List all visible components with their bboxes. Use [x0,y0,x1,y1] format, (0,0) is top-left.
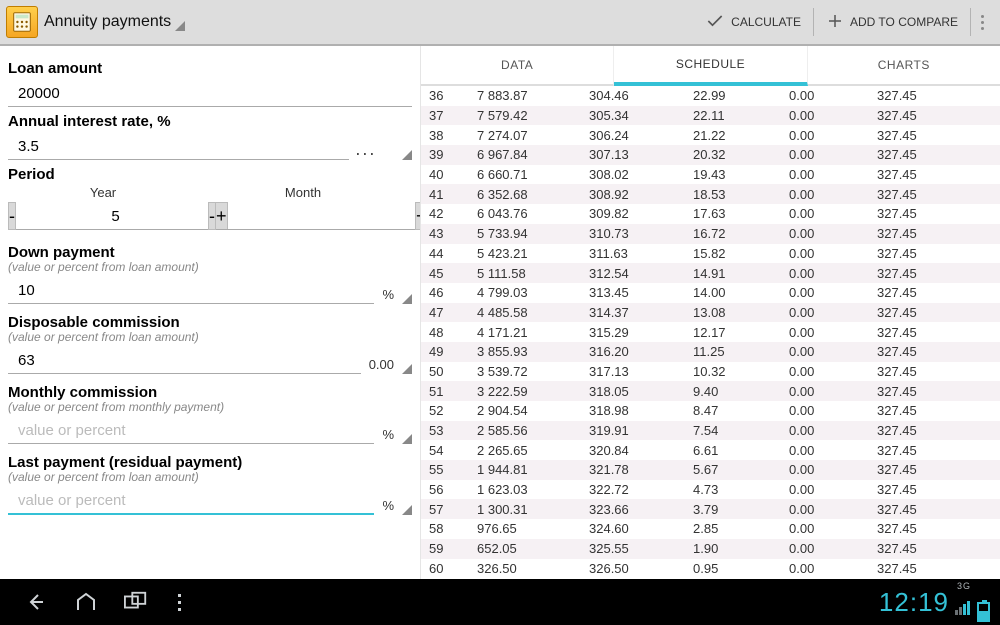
monthly-commission-hint: (value or percent from monthly payment) [8,400,412,414]
year-label: Year [90,185,116,202]
calculate-button[interactable]: CALCULATE [693,0,813,45]
table-row: 474 485.58314.3713.080.00327.45 [421,303,1000,323]
table-row: 367 883.87304.4622.990.00327.45 [421,86,1000,106]
disp-commission-input[interactable] [8,348,361,374]
down-payment-label: Down payment [8,244,412,261]
table-row: 532 585.56319.917.540.00327.45 [421,421,1000,441]
table-row: 58976.65324.602.850.00327.45 [421,519,1000,539]
table-row: 551 944.81321.785.670.00327.45 [421,460,1000,480]
last-payment-label: Last payment (residual payment) [8,454,412,471]
app-icon [6,6,38,38]
battery-icon [977,602,990,622]
table-row: 493 855.93316.2011.250.00327.45 [421,342,1000,362]
nav-home-button[interactable] [74,590,98,614]
interest-label: Annual interest rate, % [8,113,412,130]
period-label: Period [8,166,412,183]
monthly-commission-label: Monthly commission [8,384,412,401]
table-row: 522 904.54318.988.470.00327.45 [421,401,1000,421]
last-unit-spinner[interactable]: % [374,498,412,515]
down-payment-input[interactable] [8,278,374,304]
check-icon [705,11,725,34]
table-row: 60326.50326.500.950.00327.45 [421,559,1000,579]
status-clock: 12:19 [879,587,949,618]
app-title: Annuity payments [44,13,171,30]
table-row: 542 265.65320.846.610.00327.45 [421,440,1000,460]
signal-icon: 3G [955,582,990,622]
monthly-unit-spinner[interactable]: % [374,427,412,444]
tab-data[interactable]: DATA [421,46,614,86]
table-row: 464 799.03313.4514.000.00327.45 [421,283,1000,303]
loan-amount-input[interactable] [8,81,412,107]
table-row: 387 274.07306.2421.220.00327.45 [421,125,1000,145]
interest-unit-spinner[interactable] [382,143,412,160]
plus-icon [826,12,844,33]
year-input[interactable] [16,204,215,230]
table-row: 426 043.76309.8217.630.00327.45 [421,204,1000,224]
down-unit-spinner[interactable]: % [374,287,412,304]
disp-unit-spinner[interactable]: 0.00 [361,357,412,374]
schedule-list[interactable]: 367 883.87304.4622.990.00327.45377 579.4… [421,86,1000,579]
nav-recents-button[interactable] [124,590,148,614]
year-minus-button[interactable]: - [8,202,16,230]
month-minus-button[interactable]: - [208,202,216,230]
table-row: 377 579.42305.3422.110.00327.45 [421,106,1000,126]
month-input[interactable] [216,204,415,230]
nav-menu-button[interactable] [178,594,181,611]
calculate-label: CALCULATE [731,15,801,29]
mode-spinner[interactable]: Annuity payments [44,13,185,31]
add-compare-label: ADD TO COMPARE [850,15,958,29]
table-row: 396 967.84307.1320.320.00327.45 [421,145,1000,165]
month-label: Month [285,185,321,202]
table-row: 503 539.72317.1310.320.00327.45 [421,362,1000,382]
table-row: 445 423.21311.6315.820.00327.45 [421,244,1000,264]
nav-back-button[interactable] [24,590,48,614]
last-payment-hint: (value or percent from loan amount) [8,470,412,484]
disp-commission-label: Disposable commission [8,314,412,331]
monthly-commission-input[interactable] [8,418,374,444]
table-row: 561 623.03322.724.730.00327.45 [421,480,1000,500]
tab-schedule[interactable]: SCHEDULE [614,46,807,86]
table-row: 571 300.31323.663.790.00327.45 [421,499,1000,519]
table-row: 513 222.59318.059.400.00327.45 [421,381,1000,401]
table-row: 455 111.58312.5414.910.00327.45 [421,263,1000,283]
network-label: 3G [957,582,971,591]
table-row: 435 733.94310.7316.720.00327.45 [421,224,1000,244]
add-compare-button[interactable]: ADD TO COMPARE [814,0,970,45]
interest-input[interactable] [8,134,349,160]
overflow-menu[interactable] [971,15,994,30]
table-row: 484 171.21315.2912.170.00327.45 [421,322,1000,342]
down-payment-hint: (value or percent from loan amount) [8,260,412,274]
disp-commission-hint: (value or percent from loan amount) [8,330,412,344]
last-payment-input[interactable] [8,488,374,515]
table-row: 59652.05325.551.900.00327.45 [421,539,1000,559]
table-row: 416 352.68308.9218.530.00327.45 [421,184,1000,204]
interest-extra-button[interactable]: ... [349,139,382,160]
tab-charts[interactable]: CHARTS [808,46,1000,86]
loan-amount-label: Loan amount [8,60,412,77]
table-row: 406 660.71308.0219.430.00327.45 [421,165,1000,185]
